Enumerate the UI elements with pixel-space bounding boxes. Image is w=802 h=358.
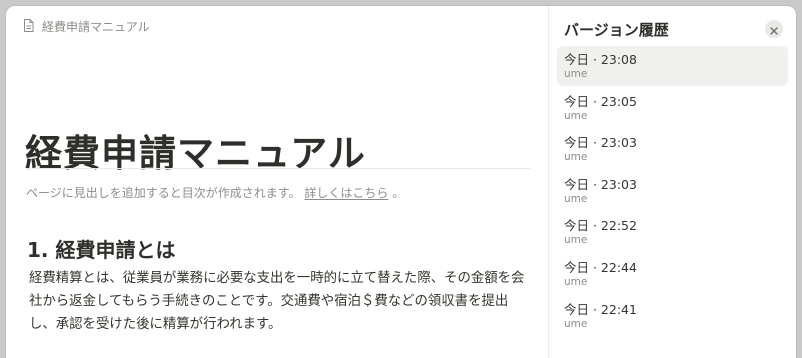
version-history-panel: バージョン履歴 今日 · 23:08 ume 今日 · 23:05 ume 今日… [549, 6, 796, 358]
version-item[interactable]: 今日 · 23:03 ume [557, 171, 788, 211]
app-window: 経費申請マニュアル 経費申請マニュアル ページに見出しを追加すると目次が作成され… [6, 6, 796, 358]
version-item[interactable]: 今日 · 23:08 ume [557, 46, 788, 86]
toc-learn-more-link[interactable]: 詳しくはこちら [304, 186, 388, 200]
version-time: 今日 · 23:03 [564, 135, 637, 151]
version-item[interactable]: 今日 · 22:41 ume [557, 296, 788, 336]
version-user: ume [564, 68, 588, 80]
version-time: 今日 · 22:41 [564, 301, 637, 317]
body-paragraph[interactable]: 経費精算とは、従業員が業務に必要な支出を一時的に立て替えた際、その金額を会社から… [29, 267, 534, 336]
version-user: ume [564, 275, 588, 288]
close-button[interactable] [765, 20, 783, 38]
version-user: ume [564, 192, 588, 205]
toc-note-end: 。 [392, 186, 405, 200]
version-list: 今日 · 23:08 ume 今日 · 23:05 ume 今日 · 23:03… [557, 46, 788, 337]
version-item[interactable]: 今日 · 22:52 ume [557, 212, 788, 252]
panel-title: バージョン履歴 [564, 21, 669, 39]
version-user: ume [564, 151, 588, 164]
breadcrumb-page-label: 経費申請マニュアル [42, 19, 150, 34]
document-area: 経費申請マニュアル 経費申請マニュアル ページに見出しを追加すると目次が作成され… [6, 6, 549, 358]
version-item[interactable]: 今日 · 23:03 ume [557, 129, 788, 169]
version-user: ume [564, 317, 588, 330]
section-heading[interactable]: 1. 経費申請とは [27, 234, 175, 263]
page-icon [23, 17, 34, 36]
version-item[interactable]: 今日 · 23:05 ume [557, 88, 788, 128]
version-user: ume [564, 234, 588, 247]
version-item[interactable]: 今日 · 22:44 ume [557, 254, 788, 294]
title-divider [25, 168, 530, 169]
toc-placeholder: ページに見出しを追加すると目次が作成されます。 詳しくはこちら 。 [26, 184, 404, 201]
version-time: 今日 · 22:52 [564, 218, 637, 234]
version-time: 今日 · 22:44 [564, 259, 637, 275]
version-time: 今日 · 23:05 [564, 93, 637, 109]
version-user: ume [564, 109, 588, 122]
toc-note-text: ページに見出しを追加すると目次が作成されます。 [26, 186, 301, 200]
version-time: 今日 · 23:03 [564, 176, 637, 192]
close-icon [770, 20, 778, 39]
breadcrumb[interactable]: 経費申請マニュアル [23, 18, 150, 34]
version-time: 今日 · 23:08 [564, 52, 637, 67]
